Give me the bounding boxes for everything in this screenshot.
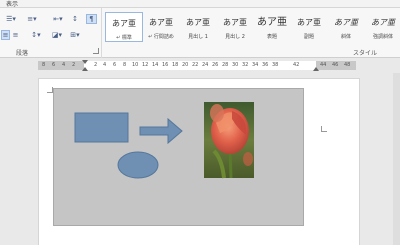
align-left-button[interactable]: ≡ [1, 30, 10, 40]
right-indent-marker[interactable] [313, 67, 319, 71]
styles-group-label: スタイル [353, 50, 378, 57]
ruler-number: 6 [52, 62, 56, 68]
tab-view[interactable]: 表示 [6, 0, 18, 8]
paragraph-dialog-launcher-icon[interactable] [93, 48, 99, 54]
ruler-number: 6 [113, 62, 117, 68]
style-tile[interactable]: あア亜 ↵ 行間詰め [142, 12, 180, 42]
line-spacing-button[interactable]: ↕▾ [28, 30, 44, 40]
paragraph-group: ☰▾ ≡▾ ⇤▾ ↕ ¶ ≡ ≡ ↕▾ ◪▾ ⊞▾ 段落 [0, 8, 102, 58]
align-left-icon: ≡ [2, 31, 9, 39]
drawing-canvas[interactable] [53, 88, 304, 226]
bullets-icon: ☰▾ [6, 15, 16, 23]
document-page[interactable] [38, 78, 360, 245]
ruler-number: 8 [42, 62, 46, 68]
align-center-icon: ≡ [12, 31, 19, 39]
page-corner-mark [321, 126, 327, 132]
numbering-icon: ≡▾ [27, 15, 37, 23]
paragraph-group-label: 段落 [16, 50, 29, 57]
ruler-number: 8 [123, 62, 127, 68]
vertical-scrollbar[interactable] [393, 73, 400, 245]
style-tile[interactable]: あア亜見出し 2 [216, 12, 254, 42]
ruler-number: 26 [212, 62, 219, 68]
canvas-shapes [74, 102, 254, 179]
style-tile[interactable]: あア亜 表題 [253, 12, 291, 42]
borders-icon: ⊞▾ [70, 31, 80, 39]
sort-icon: ↕ [72, 15, 78, 23]
ruler-number: 2 [72, 62, 76, 68]
ruler-number: 10 [132, 62, 139, 68]
shading-button[interactable]: ◪▾ [50, 30, 64, 40]
word-window: 表示 ☰▾ ≡▾ ⇤▾ ↕ ¶ ≡ ≡ ↕▾ ◪▾ ⊞▾ 段落 あア亜 ↵ 標準あ… [0, 0, 400, 245]
ruler-number: 4 [103, 62, 107, 68]
ruler-number: 38 [272, 62, 279, 68]
style-sample: あア亜 [257, 17, 287, 28]
rectangle-shape[interactable] [74, 112, 129, 143]
ruler-number: 46 [332, 62, 339, 68]
ruler-number: 4 [62, 62, 66, 68]
ruler-number: 42 [293, 62, 300, 68]
style-name: 見出し 1 [188, 34, 208, 40]
style-name: ↵ 標準 [116, 35, 132, 41]
style-sample: あア亜 [112, 19, 136, 28]
style-sample: あア亜 [149, 18, 173, 27]
style-tile[interactable]: あア亜 強調斜体 [364, 12, 400, 42]
ruler-number: 48 [344, 62, 351, 68]
ruler-number: 20 [182, 62, 189, 68]
ribbon: ☰▾ ≡▾ ⇤▾ ↕ ¶ ≡ ≡ ↕▾ ◪▾ ⊞▾ 段落 あア亜 ↵ 標準 あア亜 ↵… [0, 8, 400, 58]
sort-button[interactable]: ↕ [70, 14, 80, 24]
style-sample: あア亜 [371, 18, 395, 27]
style-sample: あア亜 [186, 18, 210, 27]
ruler-number: 16 [162, 62, 169, 68]
right-arrow-shape[interactable] [139, 117, 183, 145]
first-line-indent-marker[interactable] [82, 60, 88, 64]
style-name: 強調斜体 [372, 34, 393, 40]
borders-button[interactable]: ⊞▾ [67, 30, 83, 40]
document-area [0, 73, 400, 245]
style-tile[interactable]: あア亜 ↵ 標準 [105, 12, 143, 42]
paragraph-mark-icon: ¶ [89, 15, 94, 23]
ruler-text-area [84, 61, 316, 70]
ruler-number: 22 [192, 62, 199, 68]
ribbon-tab-strip: 表示 [0, 0, 400, 8]
style-tile[interactable]: あア亜 斜体 [327, 12, 365, 42]
ruler-number: 14 [152, 62, 159, 68]
bullets-button[interactable]: ☰▾ [2, 14, 20, 24]
align-center-button[interactable]: ≡ [11, 30, 20, 40]
style-name: 見出し 2 [225, 34, 245, 40]
ruler-number: 36 [262, 62, 269, 68]
horizontal-ruler[interactable]: 8 6 4 2 2 4 6 8 10 12 14 16 18 20 22 24 26 28 30 32 34 36 38 42… [0, 58, 400, 73]
decrease-indent-button[interactable]: ⇤▾ [50, 14, 66, 24]
style-name: 表題 [266, 34, 277, 40]
style-tile[interactable]: あア亜見出し 1 [179, 12, 217, 42]
ruler-number: 18 [172, 62, 179, 68]
ruler-number: 28 [222, 62, 229, 68]
ruler-number: 24 [202, 62, 209, 68]
ellipse-shape[interactable] [117, 151, 159, 179]
style-name: 斜体 [340, 34, 351, 40]
line-spacing-icon: ↕▾ [31, 31, 41, 39]
style-tile[interactable]: あア亜 副題 [290, 12, 328, 42]
left-indent-marker[interactable] [82, 67, 88, 71]
ruler-number: 2 [94, 62, 98, 68]
style-name: 副題 [303, 34, 314, 40]
numbering-button[interactable]: ≡▾ [24, 14, 40, 24]
style-name: ↵ 行間詰め [148, 34, 174, 40]
shading-icon: ◪▾ [51, 31, 63, 39]
ruler-number: 30 [232, 62, 239, 68]
tulip-photo[interactable] [204, 102, 254, 179]
ruler-number: 34 [252, 62, 259, 68]
ruler-number: 12 [142, 62, 149, 68]
style-sample: あア亜 [297, 18, 321, 27]
styles-gallery: あア亜 ↵ 標準 あア亜 ↵ 行間詰め あア亜 見出し 1 あア亜 見出し 2 あア亜 表題 あア亜… [103, 8, 400, 58]
ruler-number: 32 [242, 62, 249, 68]
style-sample: あア亜 [223, 18, 247, 27]
show-marks-button[interactable]: ¶ [86, 14, 97, 24]
style-sample: あア亜 [334, 18, 358, 27]
indent-icon: ⇤▾ [53, 15, 63, 23]
ruler-number: 44 [320, 62, 327, 68]
